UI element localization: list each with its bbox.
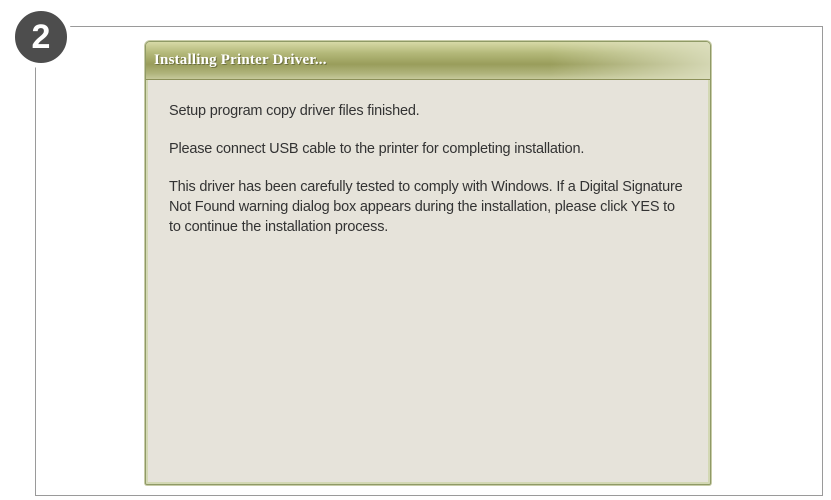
signature-notice-message: This driver has been carefully tested to…: [169, 179, 683, 235]
dialog-title-bar[interactable]: Installing Printer Driver...: [146, 42, 710, 80]
title-bar-highlight: [550, 42, 710, 79]
step-number-badge: 2: [10, 6, 72, 68]
installing-driver-dialog: Installing Printer Driver... Setup progr…: [145, 41, 711, 485]
connect-usb-message: Please connect USB cable to the printer …: [169, 141, 585, 157]
dialog-title: Installing Printer Driver...: [154, 52, 327, 68]
copy-finished-message: Setup program copy driver files finished…: [169, 103, 420, 119]
dialog-message-body: Setup program copy driver files finished…: [169, 101, 689, 255]
